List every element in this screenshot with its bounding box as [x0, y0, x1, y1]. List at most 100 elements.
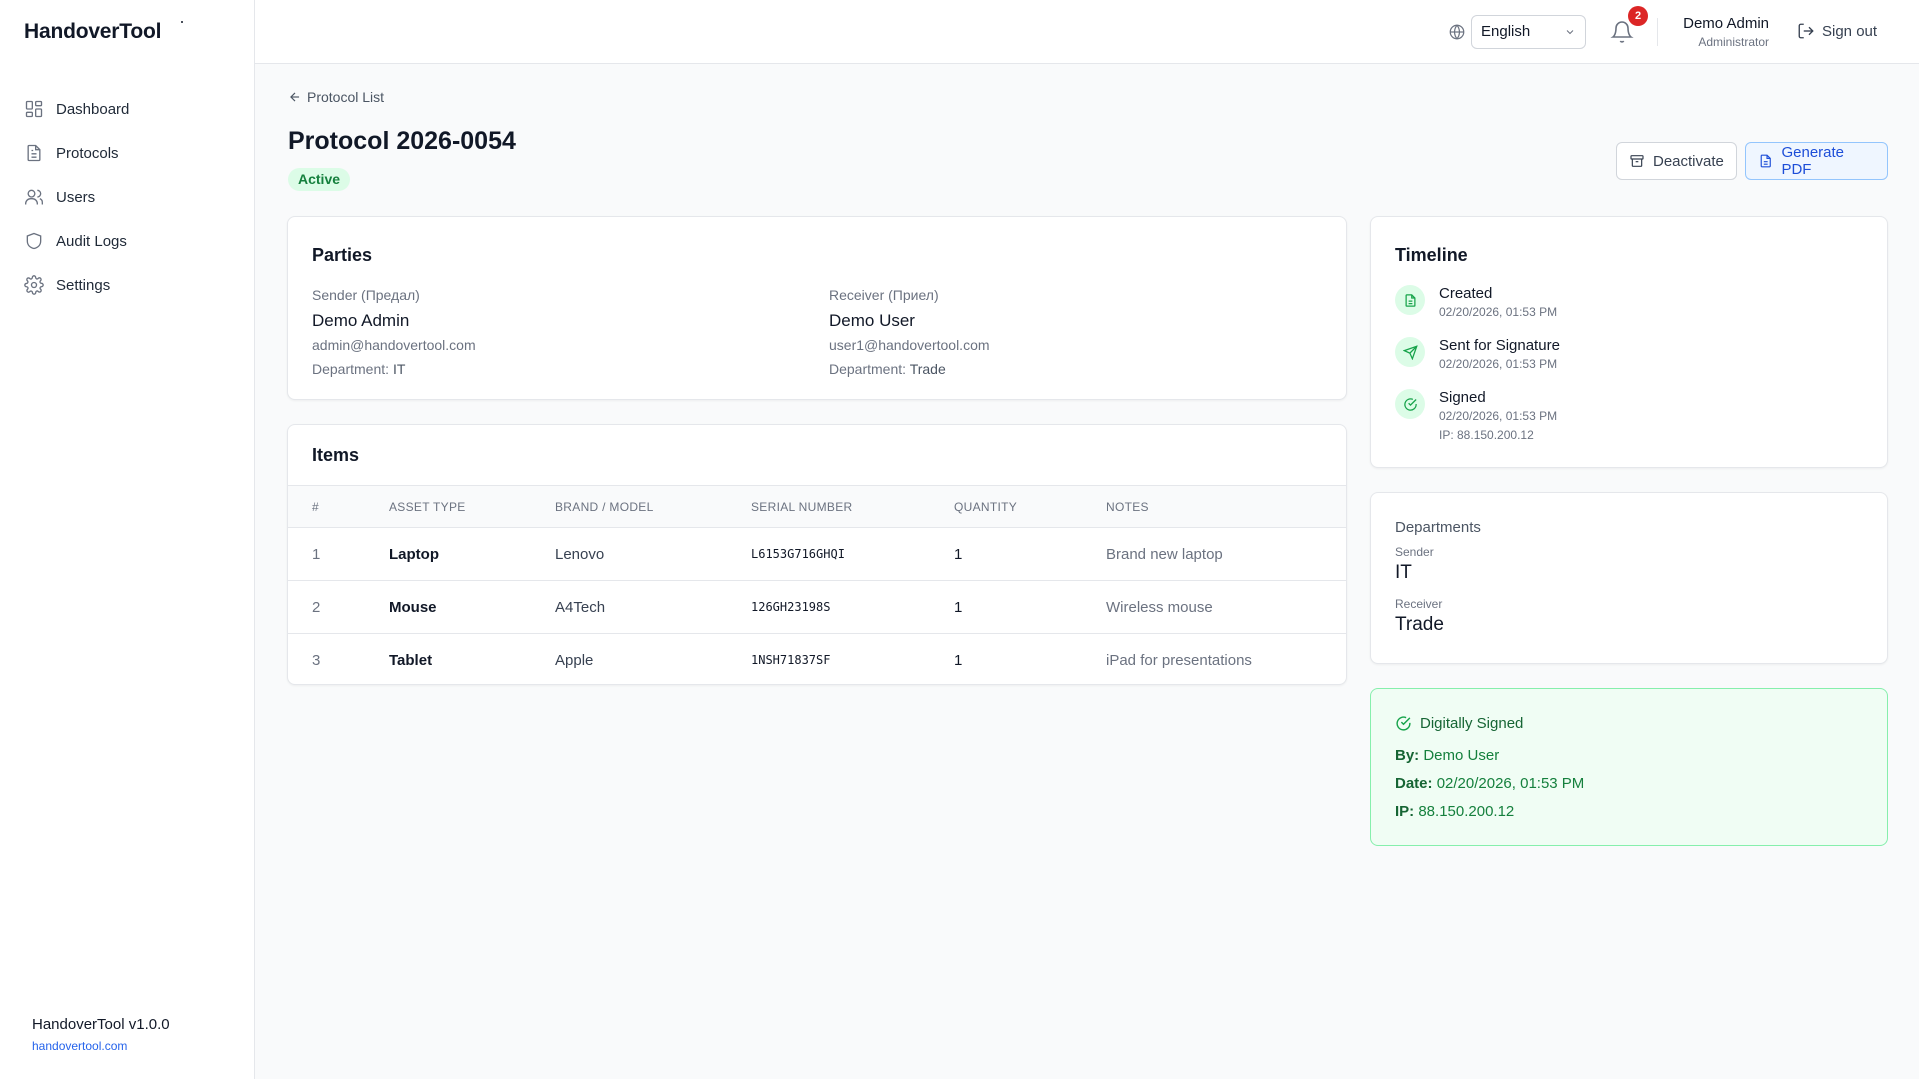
- signed-ip-value: 88.150.200.12: [1418, 803, 1515, 820]
- signed-by-label: By:: [1395, 747, 1420, 764]
- chevron-down-icon: [1564, 26, 1576, 38]
- sidebar-item-audit-logs[interactable]: Audit Logs: [0, 219, 255, 263]
- dashboard-icon: [24, 99, 44, 119]
- sign-out-icon: [1798, 23, 1814, 39]
- sender-department: Department: IT: [312, 361, 476, 377]
- arrow-left-icon: [290, 92, 300, 102]
- receiver-department-caption: Receiver: [1395, 597, 1443, 611]
- items-card: Items # ASSET TYPE BRAND / MODEL SERIAL …: [287, 424, 1347, 685]
- signed-by: By: Demo User: [1395, 747, 1499, 764]
- signed-date-label: Date:: [1395, 775, 1433, 792]
- sender-label: Sender (Предал): [312, 287, 420, 303]
- receiver-department-label: Department:: [829, 361, 907, 377]
- deactivate-button[interactable]: Deactivate: [1616, 142, 1737, 180]
- website-link[interactable]: handovertool.com: [32, 1039, 170, 1053]
- sign-out-label: Sign out: [1822, 22, 1878, 40]
- sidebar-item-label: Protocols: [56, 144, 119, 162]
- brand-model: A4Tech: [555, 580, 751, 634]
- timeline-event-date: 02/20/2026, 01:53 PM: [1439, 305, 1558, 319]
- sidebar-item-protocols[interactable]: Protocols: [0, 131, 255, 175]
- signature-title-label: Digitally Signed: [1420, 715, 1524, 732]
- timeline-event-date: 02/20/2026, 01:53 PM: [1439, 357, 1558, 371]
- receiver-name: Demo User: [829, 311, 915, 330]
- items-table: # ASSET TYPE BRAND / MODEL SERIAL NUMBER…: [288, 485, 1346, 685]
- generate-pdf-label: Generate PDF: [1781, 144, 1845, 178]
- sender-department-value: IT: [392, 361, 406, 377]
- sidebar-item-label: Settings: [56, 276, 111, 294]
- brand-model: Apple: [555, 651, 594, 669]
- document-icon: [1760, 154, 1771, 168]
- language-select[interactable]: English: [1471, 15, 1586, 49]
- send-icon: [1395, 337, 1425, 367]
- timeline-event-sent: Sent for Signature 02/20/2026, 01:53 PM: [1395, 337, 1560, 371]
- sidebar-item-dashboard[interactable]: Dashboard: [0, 87, 255, 131]
- receiver-label: Receiver (Приел): [829, 287, 939, 303]
- serial-number: 1NSH71837SF: [751, 653, 831, 668]
- serial-number: L6153G716GHQI: [751, 527, 954, 581]
- page-title: Protocol 2026-0054: [288, 127, 516, 155]
- sender-department-caption: Sender: [1395, 545, 1434, 559]
- quantity: 1: [954, 651, 963, 669]
- notification-badge: 2: [1628, 6, 1648, 26]
- signed-date: Date: 02/20/2026, 01:53 PM: [1395, 775, 1584, 792]
- timeline-event-label: Sent for Signature: [1439, 337, 1560, 354]
- brand-model: Lenovo: [555, 527, 751, 581]
- header-divider: [1657, 18, 1658, 46]
- asset-type: Laptop: [389, 527, 555, 581]
- notes: Brand new laptop: [1106, 527, 1346, 581]
- shield-icon: [24, 231, 44, 251]
- user-role: Administrator: [1698, 35, 1769, 49]
- timeline-event-label: Created: [1439, 285, 1493, 302]
- table-header-row: # ASSET TYPE BRAND / MODEL SERIAL NUMBER…: [288, 485, 1346, 528]
- receiver-department: Department: Trade: [829, 361, 990, 377]
- timeline-event-label: Signed: [1439, 389, 1486, 406]
- sidebar: HandoverTool Dashboard Protocols Users A…: [0, 0, 255, 1079]
- signature-title: Digitally Signed: [1395, 715, 1523, 732]
- table-row: 3 Tablet Apple 1NSH71837SF 1 iPad for pr…: [288, 634, 1346, 685]
- document-icon: [1395, 285, 1425, 315]
- gear-icon: [24, 275, 44, 295]
- sign-out-button[interactable]: Sign out: [1797, 22, 1877, 40]
- bell-icon[interactable]: [1610, 20, 1634, 44]
- parties-title: Parties: [312, 245, 373, 265]
- deactivate-label: Deactivate: [1653, 152, 1724, 170]
- sender-block: Sender (Предал) Demo Admin admin@handove…: [312, 287, 476, 377]
- column-header: QUANTITY: [954, 485, 1106, 528]
- signed-ip: IP: 88.150.200.12: [1395, 803, 1514, 820]
- receiver-block: Receiver (Приел) Demo User user1@handove…: [829, 287, 990, 377]
- sender-department-row: Sender IT: [1395, 545, 1434, 584]
- timeline-event-ip: IP: 88.150.200.12: [1439, 428, 1534, 442]
- items-title: Items: [312, 445, 360, 465]
- sender-department-label: Department:: [312, 361, 390, 377]
- back-link-label: Protocol List: [307, 89, 385, 105]
- signed-ip-label: IP:: [1395, 803, 1415, 820]
- globe-icon: [1448, 23, 1466, 41]
- language-select-value: English: [1481, 23, 1531, 40]
- digital-signature-card: Digitally Signed By: Demo User Date: 02/…: [1370, 688, 1888, 846]
- app-logo[interactable]: HandoverTool: [24, 20, 161, 44]
- asset-type: Mouse: [389, 580, 555, 634]
- users-icon: [24, 187, 44, 207]
- receiver-department-value: Trade: [909, 361, 946, 377]
- app-version: HandoverTool v1.0.0: [32, 1016, 170, 1033]
- sidebar-item-label: Audit Logs: [56, 232, 127, 250]
- sender-email: admin@handovertool.com: [312, 337, 476, 353]
- row-number: 3: [312, 651, 321, 669]
- back-to-protocol-list-link[interactable]: Protocol List: [288, 89, 384, 105]
- column-header: BRAND / MODEL: [555, 485, 751, 528]
- column-header: ASSET TYPE: [389, 485, 555, 528]
- row-number: 1: [288, 527, 389, 581]
- sidebar-nav: Dashboard Protocols Users Audit Logs Set…: [0, 87, 255, 307]
- signed-date-value: 02/20/2026, 01:53 PM: [1436, 775, 1585, 792]
- sidebar-item-users[interactable]: Users: [0, 175, 255, 219]
- top-header: [255, 0, 1919, 64]
- sidebar-item-settings[interactable]: Settings: [0, 263, 255, 307]
- row-number: 2: [288, 580, 389, 634]
- check-circle-icon: [1396, 716, 1411, 731]
- timeline-event-signed: Signed 02/20/2026, 01:53 PM IP: 88.150.2…: [1395, 389, 1557, 442]
- serial-number: 126GH23198S: [751, 580, 954, 634]
- generate-pdf-button[interactable]: Generate PDF: [1745, 142, 1888, 180]
- notes: iPad for presentations: [1106, 651, 1252, 669]
- asset-type: Tablet: [389, 651, 433, 669]
- receiver-email: user1@handovertool.com: [829, 337, 990, 353]
